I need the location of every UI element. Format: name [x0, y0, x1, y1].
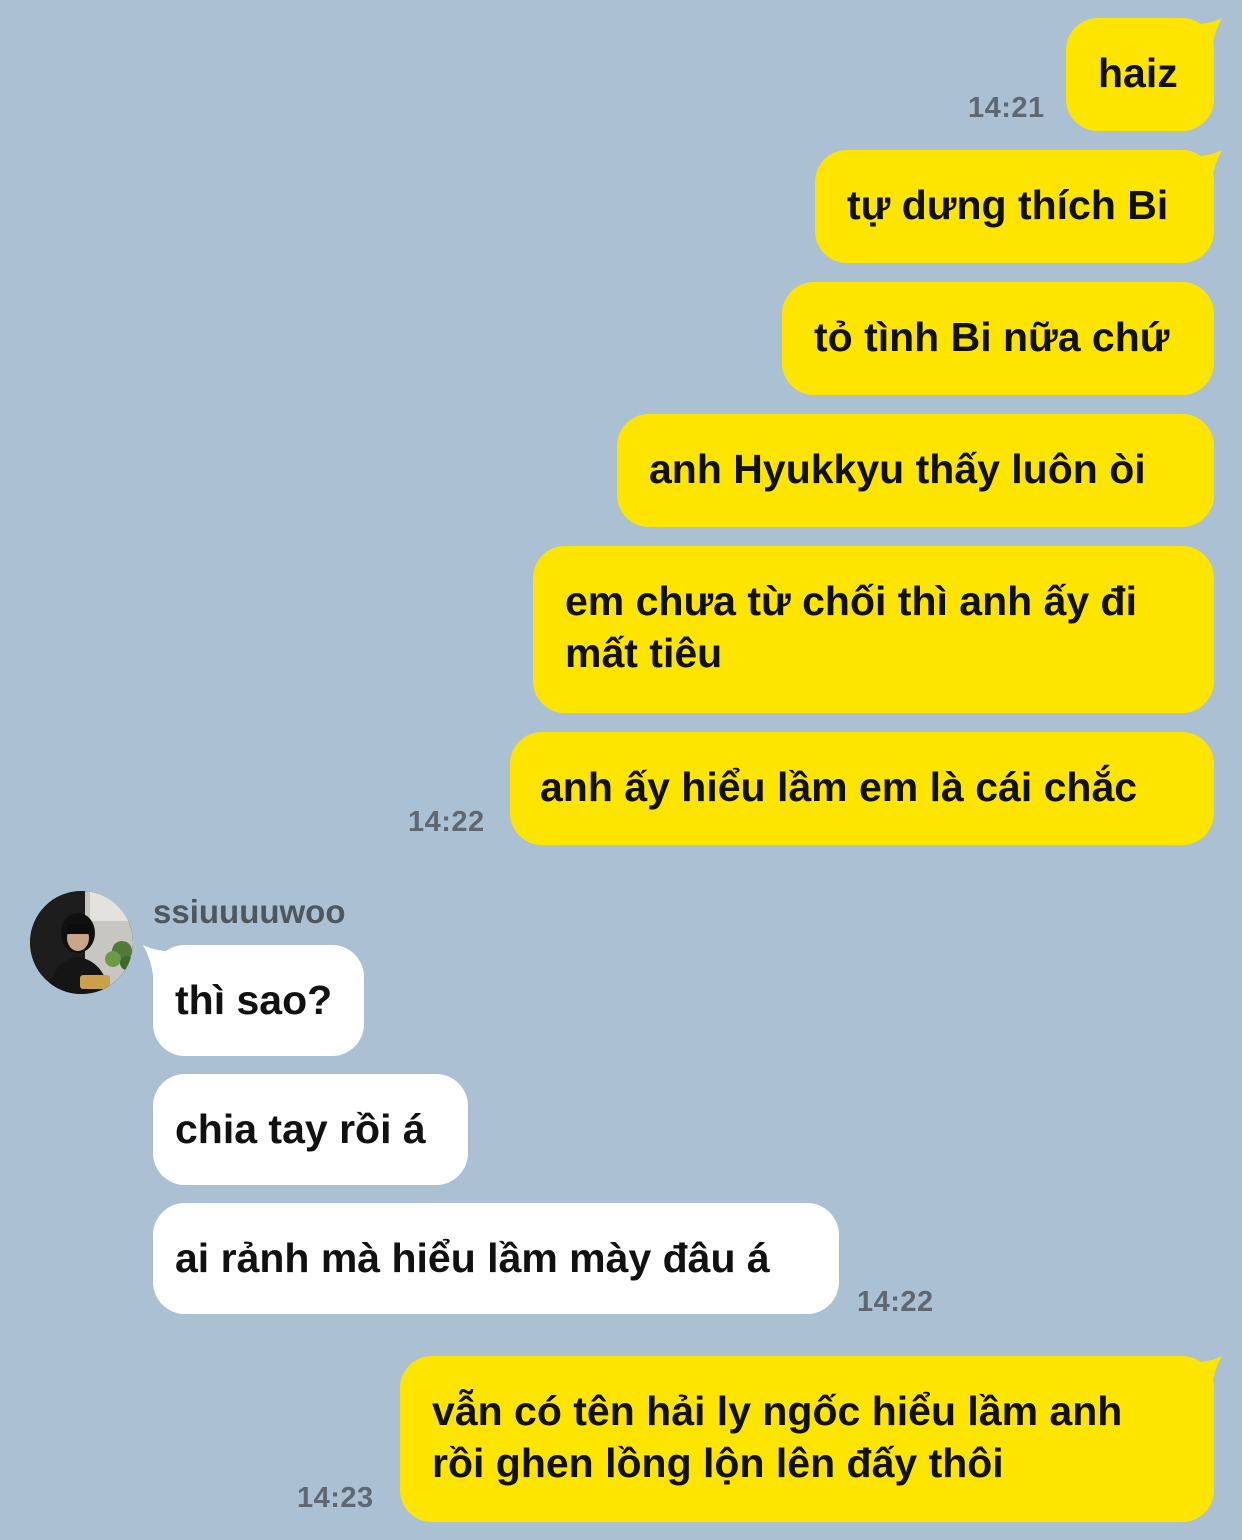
message-text: haiz	[1098, 50, 1178, 96]
contact-avatar[interactable]	[30, 891, 133, 994]
message-text: vẫn có tên hải ly ngốc hiểu lầm anh rồi …	[432, 1388, 1123, 1486]
message-text: anh Hyukkyu thấy luôn òi	[649, 446, 1146, 492]
message-bubble-incoming[interactable]: chia tay rồi á	[153, 1074, 468, 1185]
message-text: anh ấy hiểu lầm em là cái chắc	[540, 764, 1138, 810]
sender-name: ssiuuuuwoo	[153, 893, 346, 930]
message-bubble-outgoing[interactable]: tự dưng thích Bi	[815, 150, 1214, 263]
chat-area[interactable]: haiz 14:21 tự dưng thích Bi tỏ tình Bi n…	[0, 0, 1242, 1540]
message-bubble-outgoing[interactable]: haiz	[1066, 18, 1214, 131]
message-bubble-incoming[interactable]: ai rảnh mà hiểu lầm mày đâu á	[153, 1203, 839, 1314]
message-timestamp: 14:23	[297, 1482, 374, 1514]
message-timestamp: 14:22	[857, 1286, 934, 1318]
message-bubble-incoming[interactable]: thì sao?	[153, 945, 364, 1056]
message-timestamp: 14:22	[408, 806, 485, 838]
message-timestamp: 14:21	[968, 92, 1045, 124]
message-bubble-outgoing[interactable]: vẫn có tên hải ly ngốc hiểu lầm anh rồi …	[400, 1356, 1214, 1522]
message-text: chia tay rồi á	[175, 1106, 426, 1152]
message-bubble-outgoing[interactable]: anh ấy hiểu lầm em là cái chắc	[510, 732, 1214, 845]
message-text: tỏ tình Bi nữa chứ	[814, 314, 1170, 360]
message-text: em chưa từ chối thì anh ấy đi mất tiêu	[565, 578, 1137, 676]
message-bubble-outgoing[interactable]: anh Hyukkyu thấy luôn òi	[617, 414, 1214, 527]
message-bubble-outgoing[interactable]: tỏ tình Bi nữa chứ	[782, 282, 1214, 395]
message-text: ai rảnh mà hiểu lầm mày đâu á	[175, 1235, 770, 1281]
message-bubble-outgoing[interactable]: em chưa từ chối thì anh ấy đi mất tiêu	[533, 546, 1214, 713]
message-text: thì sao?	[175, 977, 333, 1023]
message-text: tự dưng thích Bi	[847, 182, 1169, 228]
avatar-photo-icon	[30, 891, 133, 994]
